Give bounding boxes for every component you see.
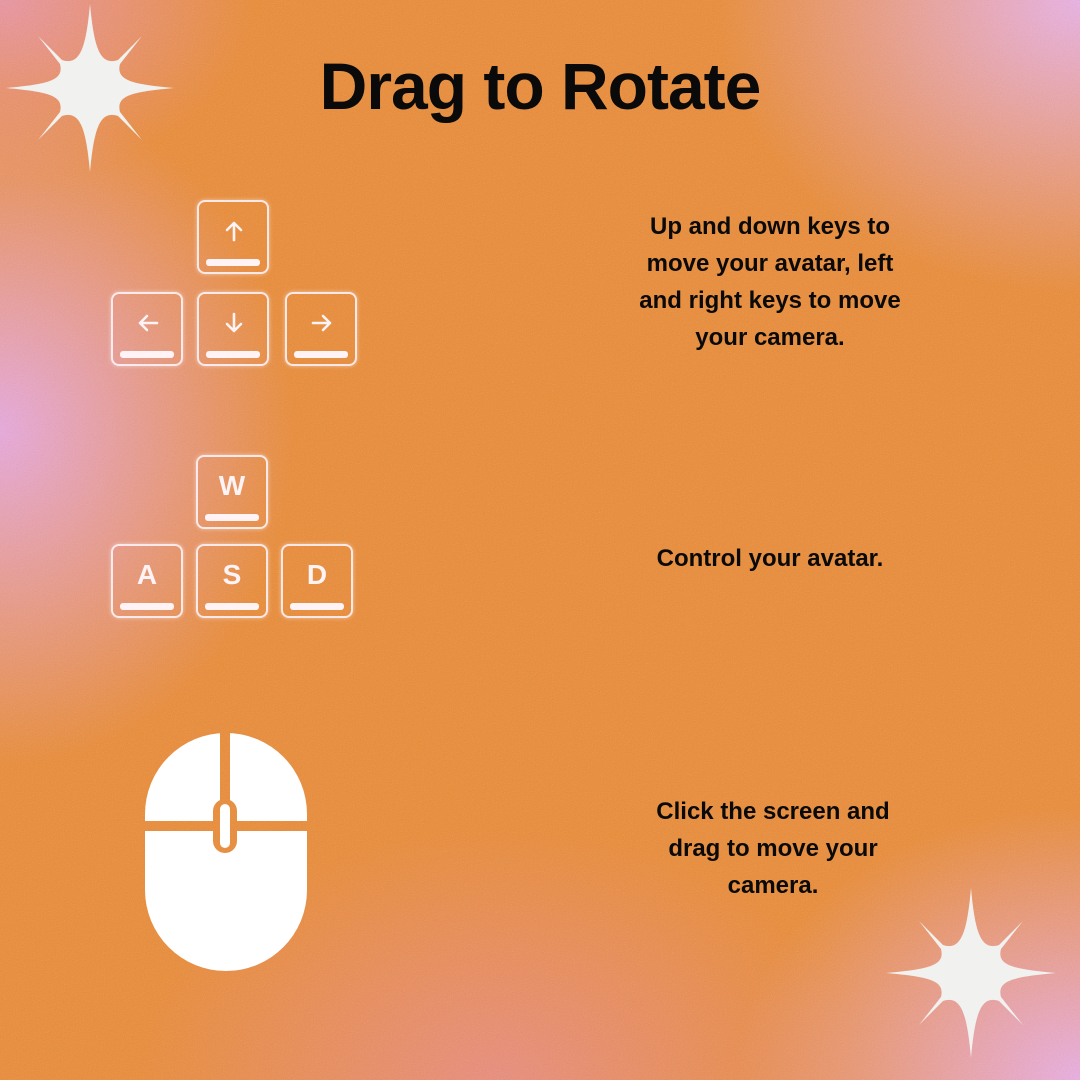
key-left bbox=[111, 292, 183, 366]
arrow-right-icon bbox=[311, 314, 332, 332]
key-bar bbox=[290, 603, 344, 610]
arrow-keys-description: Up and down keys to move your avatar, le… bbox=[639, 213, 901, 351]
key-bar bbox=[206, 259, 260, 266]
page-title: Drag to Rotate bbox=[319, 49, 762, 123]
key-bar bbox=[120, 351, 174, 358]
key-a: A bbox=[111, 544, 183, 618]
arrow-up-icon bbox=[225, 221, 243, 242]
mouse-description: Click the screen and drag to move your c… bbox=[656, 798, 890, 899]
key-bar bbox=[205, 603, 259, 610]
arrow-left-icon bbox=[138, 314, 159, 332]
key-bar bbox=[206, 351, 260, 358]
key-up bbox=[197, 200, 269, 274]
wasd-description: Control your avatar. bbox=[656, 545, 884, 572]
key-bar bbox=[205, 514, 259, 521]
arrow-down-icon bbox=[225, 312, 243, 333]
key-w: W bbox=[196, 455, 268, 529]
mouse-icon bbox=[145, 733, 307, 971]
key-d: D bbox=[281, 544, 353, 618]
key-bar bbox=[294, 351, 348, 358]
sparkle-icon bbox=[886, 888, 1056, 1058]
key-right bbox=[285, 292, 357, 366]
key-bar bbox=[120, 603, 174, 610]
key-down bbox=[197, 292, 269, 366]
key-s: S bbox=[196, 544, 268, 618]
